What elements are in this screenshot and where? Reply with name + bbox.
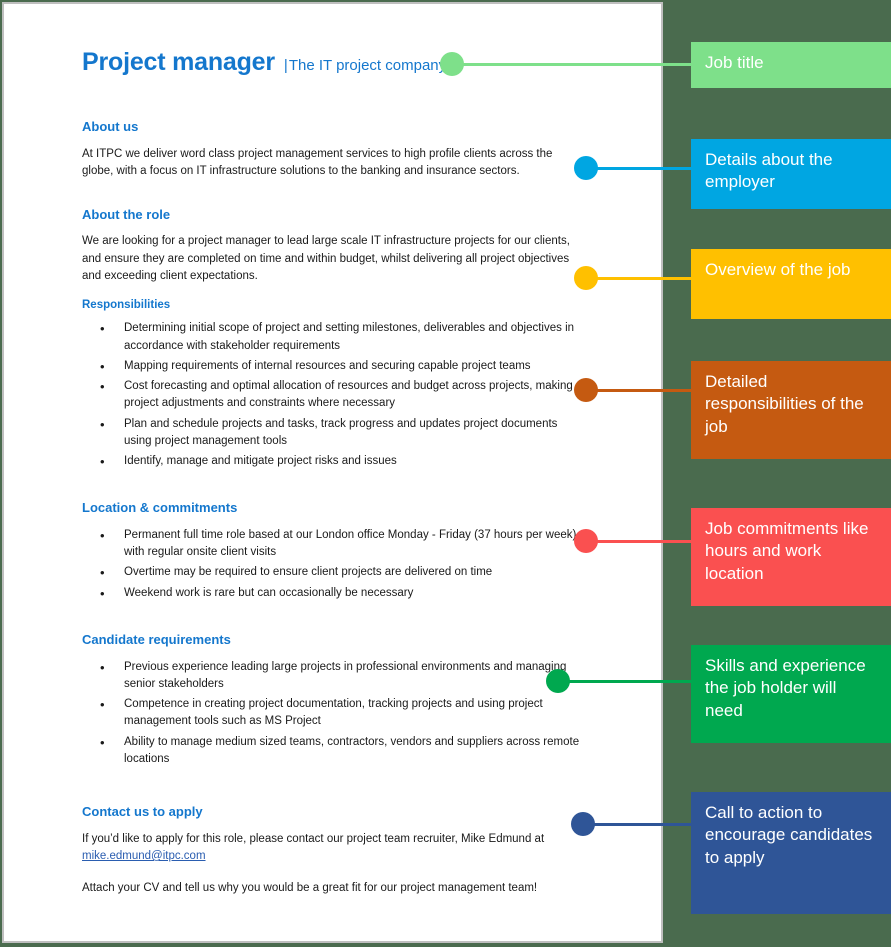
callout-label: Overview of the job [705,260,851,279]
closing-paragraph: Attach your CV and tell us why you would… [82,881,538,894]
callout-label: Job commitments like hours and work loca… [705,519,869,583]
list-item: Previous experience leading large projec… [100,658,582,694]
contact-email-link[interactable]: mike.edmund@itpc.com [82,850,206,862]
callout-employer-details: Details about the employer [691,139,891,209]
list-item: Weekend work is rare but can occasionall… [100,584,582,604]
callout-label: Call to action to encourage candidates t… [705,803,873,867]
callout-commitments: Job commitments like hours and work loca… [691,508,891,606]
callout-label: Details about the employer [705,150,833,192]
section-location-commitments: Location & commitments Permanent full ti… [82,500,582,604]
list-item: Permanent full time role based at our Lo… [100,526,582,562]
callout-call-to-action: Call to action to encourage candidates t… [691,792,891,914]
job-advert-document: Project manager |The IT project company … [2,2,663,943]
list-item: Identify, manage and mitigate project ri… [100,452,582,472]
connector-dot-job-title [440,52,464,76]
section-heading-location-commitments: Location & commitments [82,500,238,516]
list-item: Plan and schedule projects and tasks, tr… [100,415,582,451]
connector-line-job-overview [586,277,691,280]
connector-dot-skills-experience [546,669,570,693]
page-title: Project manager [82,48,275,76]
callout-label: Detailed responsibilities of the job [705,372,864,436]
list-item: Ability to manage medium sized teams, co… [100,733,582,769]
list-item: Cost forecasting and optimal allocation … [100,377,582,413]
section-heading-candidate-requirements: Candidate requirements [82,631,231,647]
callout-label: Job title [705,53,764,72]
section-about-the-role: About the role We are looking for a proj… [82,206,582,472]
section-heading-contact-us: Contact us to apply [82,804,203,820]
contact-lead-text: If you’d like to apply for this role, pl… [82,832,545,845]
list-item: Competence in creating project documenta… [100,695,582,731]
company-label: The IT project company [288,57,447,74]
annotated-job-advert-canvas: Project manager |The IT project company … [0,0,891,947]
connector-line-call-to-action [583,823,691,826]
headline-separator: | [283,57,288,74]
connector-line-employer-details [586,167,691,170]
section-heading-about-us: About us [82,119,139,134]
callout-label: Skills and experience the job holder wil… [705,656,866,720]
callout-job-title: Job title [691,42,891,88]
list-item: Overtime may be required to ensure clien… [100,563,582,583]
connector-line-responsibilities [586,389,691,392]
responsibilities-list: Determining initial scope of project and… [82,319,582,472]
company-name: |The IT project company [284,57,446,74]
section-about-us: About us At ITPC we deliver word class p… [82,119,582,181]
section-heading-about-the-role: About the role [82,206,171,222]
subsection-heading-responsibilities: Responsibilities [82,298,171,311]
connector-dot-responsibilities [574,378,598,402]
candidate-requirements-list: Previous experience leading large projec… [82,658,582,769]
connector-dot-commitments [574,529,598,553]
connector-line-job-title [452,63,691,66]
section-candidate-requirements: Candidate requirements Previous experien… [82,632,582,768]
location-commitments-list: Permanent full time role based at our Lo… [82,526,582,604]
list-item: Determining initial scope of project and… [100,319,582,355]
about-us-paragraph: At ITPC we deliver word class project ma… [82,147,553,178]
callout-skills-experience: Skills and experience the job holder wil… [691,645,891,743]
section-contact-us: Contact us to apply If you’d like to app… [82,804,582,897]
about-the-role-paragraph: We are looking for a project manager to … [82,235,570,283]
connector-dot-employer-details [574,156,598,180]
document-content: Project manager |The IT project company … [82,48,582,923]
connector-line-commitments [586,540,691,543]
list-item: Mapping requirements of internal resourc… [100,357,582,377]
connector-dot-call-to-action [571,812,595,836]
connector-line-skills-experience [558,680,691,683]
callout-job-overview: Overview of the job [691,249,891,319]
contact-paragraph: If you’d like to apply for this role, pl… [82,831,582,866]
callout-responsibilities: Detailed responsibilities of the job [691,361,891,459]
connector-dot-job-overview [574,266,598,290]
